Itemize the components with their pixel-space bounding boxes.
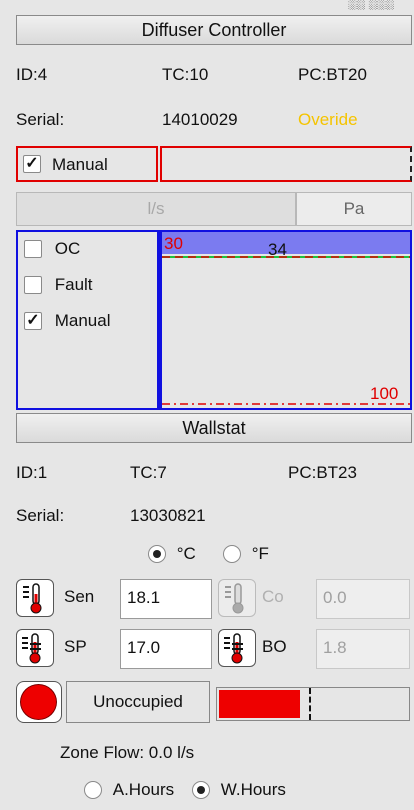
thermometer-bo-icon: [224, 633, 243, 664]
sensor-thermometer-button[interactable]: [16, 579, 54, 617]
diffuser-serial-label: Serial:: [16, 110, 65, 129]
occupancy-button[interactable]: [16, 681, 62, 723]
manual-status-checkbox[interactable]: ✓: [24, 311, 42, 330]
sen-label: Sen: [64, 587, 95, 606]
thermometer-disabled-icon: [225, 583, 244, 614]
co-thermometer-button: [218, 579, 256, 617]
current-value: 34: [268, 240, 287, 259]
fault-checkbox[interactable]: [24, 275, 42, 294]
oc-checkbox[interactable]: [24, 239, 42, 258]
a-hours-radio-row[interactable]: A.Hours: [84, 779, 174, 800]
manual-checkbox[interactable]: ✓: [23, 155, 41, 173]
bo-label: BO: [262, 637, 287, 656]
unit-pa-button[interactable]: Pa: [296, 192, 412, 226]
manual-check-row[interactable]: ✓ Manual: [24, 310, 111, 331]
max-value: 100: [370, 384, 399, 403]
occupancy-bar: [216, 687, 410, 721]
sp-input[interactable]: 17.0: [120, 629, 212, 669]
occupancy-bar-fill: [219, 690, 300, 718]
wallstat-serial-label: Serial:: [16, 506, 65, 525]
bo-input: 1.8: [316, 629, 410, 669]
wallstat-serial-value: 13030821: [130, 506, 206, 525]
flow-plot: 30 34 100: [160, 230, 412, 410]
co-input: 0.0: [316, 579, 410, 619]
fahrenheit-radio[interactable]: [223, 544, 241, 563]
oc-label: OC: [54, 238, 81, 258]
zone-flow-text: Zone Flow: 0.0 l/s: [60, 743, 195, 762]
celsius-label: °C: [176, 543, 196, 563]
sp-label: SP: [64, 637, 87, 656]
wallstat-id: ID:1: [16, 463, 48, 482]
clipped-top-text: ░░ ░░░: [348, 0, 394, 10]
thermometer-setpoint-icon: [22, 633, 41, 664]
diffuser-controller-button[interactable]: Diffuser Controller: [16, 15, 412, 45]
manual-status-label: Manual: [54, 310, 111, 330]
occupancy-bar-marker: [309, 688, 311, 720]
w-hours-label: W.Hours: [220, 779, 286, 799]
fahrenheit-radio-row[interactable]: °F: [223, 543, 269, 564]
celsius-radio[interactable]: [148, 544, 166, 563]
diffuser-tc: TC:10: [162, 65, 209, 84]
setpoint-thermometer-button[interactable]: [16, 629, 54, 667]
celsius-radio-row[interactable]: °C: [148, 543, 196, 564]
co-label: Co: [262, 587, 284, 606]
a-hours-radio[interactable]: [84, 780, 102, 799]
wallstat-tc: TC:7: [130, 463, 167, 482]
w-hours-radio[interactable]: [192, 780, 210, 799]
override-label: Overide: [298, 110, 358, 129]
sen-input[interactable]: 18.1: [120, 579, 212, 619]
wallstat-button[interactable]: Wallstat: [16, 413, 412, 443]
manual-checkbox-label: Manual: [52, 155, 108, 174]
thermometer-icon: [23, 583, 42, 614]
oc-check-row[interactable]: OC: [24, 238, 80, 259]
fahrenheit-label: °F: [251, 543, 269, 563]
w-hours-radio-row[interactable]: W.Hours: [192, 779, 286, 800]
diffuser-id: ID:4: [16, 65, 48, 84]
unit-ls-button[interactable]: l/s: [16, 192, 296, 226]
setpoint-value: 30: [164, 234, 183, 253]
manual-override-bar: [160, 146, 412, 182]
wallstat-pc: PC:BT23: [288, 463, 357, 482]
occupancy-indicator-icon: [20, 684, 57, 720]
bo-thermometer-button[interactable]: [218, 629, 256, 667]
fault-check-row[interactable]: Fault: [24, 274, 93, 295]
a-hours-label: A.Hours: [112, 779, 175, 799]
occupancy-status: Unoccupied: [66, 681, 210, 723]
diffuser-pc: PC:BT20: [298, 65, 367, 84]
diffuser-serial-value: 14010029: [162, 110, 238, 129]
manual-checkbox-row[interactable]: ✓ Manual: [16, 146, 158, 182]
fault-label: Fault: [54, 274, 93, 294]
status-panel: OC Fault ✓ Manual: [16, 230, 160, 410]
